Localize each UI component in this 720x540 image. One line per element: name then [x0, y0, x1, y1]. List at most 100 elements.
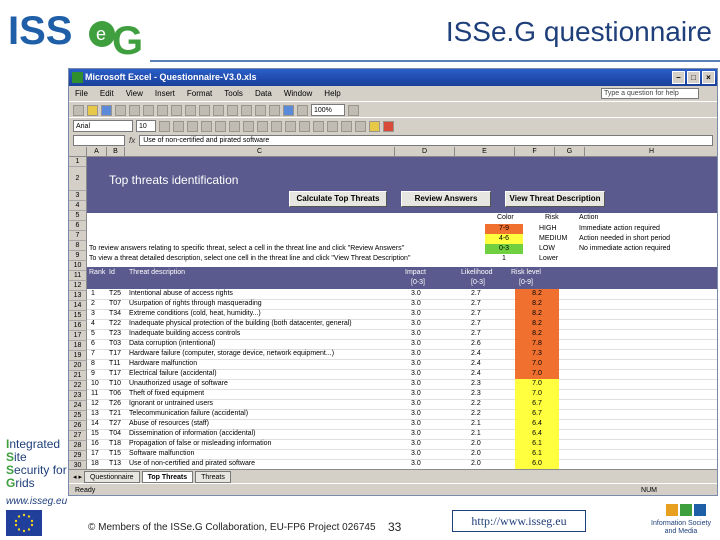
close-button[interactable]: × [702, 71, 715, 84]
table-row[interactable]: 16 T18 Propagation of false or misleading … [87, 439, 717, 449]
fill-color-icon[interactable] [369, 120, 380, 132]
column-header[interactable]: C [125, 147, 395, 157]
spelling-icon[interactable] [143, 104, 154, 116]
row-number[interactable]: 19 [69, 351, 87, 361]
table-row[interactable]: 6 T03 Data corruption (intentional) 3.0 2.6 7… [87, 339, 717, 349]
percent-icon[interactable] [271, 120, 282, 132]
increase-decimal-icon[interactable] [299, 120, 310, 132]
align-center-icon[interactable] [215, 120, 226, 132]
preview-icon[interactable] [129, 104, 140, 116]
row-number[interactable]: 1 [69, 157, 87, 167]
table-row[interactable]: 17 T15 Software malfunction 3.0 2.0 6.1 [87, 449, 717, 459]
table-row[interactable]: 8 T11 Hardware malfunction 3.0 2.4 7.0 [87, 359, 717, 369]
borders-icon[interactable] [355, 120, 366, 132]
row-number[interactable]: 26 [69, 421, 87, 431]
tab-threats[interactable]: Threats [195, 470, 231, 483]
tab-top-threats[interactable]: Top Threats [141, 470, 194, 483]
row-number[interactable]: 4 [69, 201, 87, 211]
menu-help[interactable]: Help [324, 86, 340, 101]
comma-icon[interactable] [285, 120, 296, 132]
print-icon[interactable] [115, 104, 126, 116]
name-box[interactable] [73, 134, 125, 146]
row-number[interactable]: 9 [69, 251, 87, 261]
row-number[interactable]: 11 [69, 271, 87, 281]
menu-view[interactable]: View [126, 86, 143, 101]
table-row[interactable]: 5 T23 Inadequate building access controls 3… [87, 329, 717, 339]
table-row[interactable]: 12 T26 Ignorant or untrained users 3.0 2.2 6.… [87, 399, 717, 409]
row-number[interactable]: 22 [69, 381, 87, 391]
column-header[interactable]: E [455, 147, 515, 157]
table-row[interactable]: 13 T21 Telecommunication failure (accident… [87, 409, 717, 419]
table-row[interactable]: 2 T07 Usurpation of rights through masquer… [87, 299, 717, 309]
column-header[interactable]: B [107, 147, 125, 157]
table-row[interactable]: 18 T13 Use of non-certified and pirated so… [87, 459, 717, 469]
excel-titlebar[interactable]: Microsoft Excel - Questionnaire-V3.0.xls… [69, 69, 717, 86]
menu-window[interactable]: Window [284, 86, 312, 101]
redo-icon[interactable] [213, 104, 224, 116]
row-number[interactable]: 15 [69, 311, 87, 321]
view-threat-description-button[interactable]: View Threat Description [505, 191, 605, 207]
table-row[interactable]: 7 T17 Hardware failure (computer, storage … [87, 349, 717, 359]
italic-icon[interactable] [173, 120, 184, 132]
row-number[interactable]: 8 [69, 241, 87, 251]
table-row[interactable]: 15 T04 Dissemination of information (accid… [87, 429, 717, 439]
row-number[interactable]: 25 [69, 411, 87, 421]
review-answers-button[interactable]: Review Answers [401, 191, 491, 207]
table-row[interactable]: 10 T10 Unauthorized usage of software 3.0 2.… [87, 379, 717, 389]
row-number[interactable]: 24 [69, 401, 87, 411]
table-row[interactable]: 1 T25 Intentional abuse of access rights 3.… [87, 289, 717, 299]
tab-questionnaire[interactable]: Questionnaire [83, 470, 140, 483]
table-row[interactable]: 11 T06 Theft of fixed equipment 3.0 2.3 7.0 [87, 389, 717, 399]
row-number[interactable]: 10 [69, 261, 87, 271]
cut-icon[interactable] [157, 104, 168, 116]
menu-edit[interactable]: Edit [100, 86, 114, 101]
decrease-decimal-icon[interactable] [313, 120, 324, 132]
new-icon[interactable] [73, 104, 84, 116]
row-number[interactable]: 23 [69, 391, 87, 401]
row-number[interactable]: 13 [69, 291, 87, 301]
chart-wizard-icon[interactable] [283, 104, 294, 116]
column-header[interactable]: A [87, 147, 107, 157]
help-icon[interactable] [348, 104, 359, 116]
row-number[interactable]: 28 [69, 441, 87, 451]
worksheet-grid[interactable]: A B C D E F G H 1 2 3 4 5 6 7 8 9 10 11 12 13 14 15 16 1… [69, 147, 717, 483]
row-number[interactable]: 12 [69, 281, 87, 291]
footer-url-link[interactable]: http://www.isseg.eu [452, 510, 586, 532]
font-color-icon[interactable] [383, 120, 394, 132]
drawing-icon[interactable] [297, 104, 308, 116]
row-number[interactable]: 18 [69, 341, 87, 351]
font-name-select[interactable]: Arial [73, 120, 133, 132]
align-left-icon[interactable] [201, 120, 212, 132]
copy-icon[interactable] [171, 104, 182, 116]
table-row[interactable]: 4 T22 Inadequate physical protection of th… [87, 319, 717, 329]
table-row[interactable]: 9 T17 Electrical failure (accidental) 3.0 2.… [87, 369, 717, 379]
currency-icon[interactable] [257, 120, 268, 132]
row-number[interactable]: 6 [69, 221, 87, 231]
sort-desc-icon[interactable] [269, 104, 280, 116]
undo-icon[interactable] [199, 104, 210, 116]
decrease-indent-icon[interactable] [327, 120, 338, 132]
row-number[interactable]: 5 [69, 211, 87, 221]
zoom-select[interactable]: 100% [311, 104, 345, 116]
minimize-button[interactable]: – [672, 71, 685, 84]
row-number[interactable]: 14 [69, 301, 87, 311]
table-row[interactable]: 3 T34 Extreme conditions (cold, heat, humi… [87, 309, 717, 319]
font-size-select[interactable]: 10 [136, 120, 156, 132]
menu-tools[interactable]: Tools [224, 86, 243, 101]
row-number[interactable]: 3 [69, 191, 87, 201]
merge-icon[interactable] [243, 120, 254, 132]
row-number[interactable]: 27 [69, 431, 87, 441]
hyperlink-icon[interactable] [227, 104, 238, 116]
help-search-input[interactable]: Type a question for help [601, 88, 699, 99]
column-header[interactable]: H [585, 147, 717, 157]
sort-asc-icon[interactable] [255, 104, 266, 116]
column-header[interactable]: F [515, 147, 555, 157]
menu-insert[interactable]: Insert [155, 86, 175, 101]
select-all-corner[interactable] [69, 147, 87, 157]
row-number[interactable]: 7 [69, 231, 87, 241]
menu-file[interactable]: File [75, 86, 88, 101]
column-header[interactable]: G [555, 147, 585, 157]
bold-icon[interactable] [159, 120, 170, 132]
row-number[interactable]: 29 [69, 451, 87, 461]
open-icon[interactable] [87, 104, 98, 116]
